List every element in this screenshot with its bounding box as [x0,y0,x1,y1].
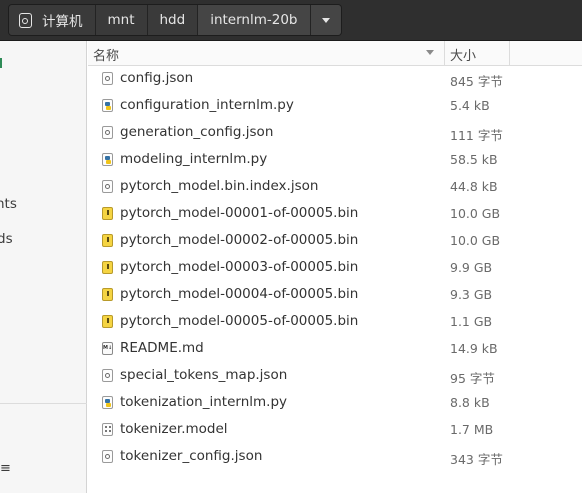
text-file-icon [102,369,113,382]
file-name: configuration_internlm.py [120,97,294,113]
file-row[interactable]: pytorch_model-00002-of-00005.bin 10.0 GB [88,227,582,254]
file-size: 1.7 MB [450,422,494,437]
file-row[interactable]: config.json 845 字节 [88,65,582,92]
breadcrumb-mnt[interactable]: mnt [95,5,148,35]
file-size: 9.9 GB [450,260,493,275]
python-file-icon [102,153,113,166]
column-header-size[interactable]: 大小 [450,45,476,64]
file-row[interactable]: pytorch_model-00001-of-00005.bin 10.0 GB [88,200,582,227]
breadcrumb-label: mnt [107,12,135,28]
sidebar-item-documents[interactable]: nts [0,196,83,212]
file-size: 10.0 GB [450,233,501,248]
file-row[interactable]: tokenization_internlm.py 8.8 kB [88,389,582,416]
file-name: pytorch_model-00002-of-00005.bin [120,232,359,248]
file-size: 845 字节 [450,74,503,89]
sidebar-item-other-locations[interactable]: ≡ [0,461,11,476]
breadcrumb-hdd[interactable]: hdd [147,5,199,35]
header-bar: 计算机 mnt hdd internlm-20b [0,0,582,41]
file-name: pytorch_model-00003-of-00005.bin [120,259,359,275]
model-file-icon [102,423,113,436]
file-name: tokenizer_config.json [120,448,263,464]
file-name: generation_config.json [120,124,274,140]
file-name: special_tokens_map.json [120,367,288,383]
file-size: 10.0 GB [450,206,501,221]
file-name: pytorch_model-00005-of-00005.bin [120,313,359,329]
file-size: 343 字节 [450,452,503,467]
file-size: 95 字节 [450,371,495,386]
text-file-icon [102,72,113,85]
column-header-name[interactable]: 名称 [93,45,119,64]
breadcrumb-label: 计算机 [42,14,83,30]
python-file-icon [102,99,113,112]
file-size: 14.9 kB [450,341,498,356]
column-divider[interactable] [509,41,510,65]
chevron-down-icon [321,17,330,23]
file-size: 58.5 kB [450,152,498,167]
file-name: tokenization_internlm.py [120,394,287,410]
breadcrumb-computer[interactable]: 计算机 [9,5,96,35]
file-name: pytorch_model-00004-of-00005.bin [120,286,359,302]
text-file-icon [102,180,113,193]
file-row[interactable]: pytorch_model-00003-of-00005.bin 9.9 GB [88,254,582,281]
file-list: config.json 845 字节 configuration_internlm.… [88,65,582,470]
file-name: config.json [120,70,194,86]
text-file-icon [102,450,113,463]
file-row[interactable]: M↓ README.md 14.9 kB [88,335,582,362]
breadcrumb-internlm-20b[interactable]: internlm-20b [198,5,311,35]
file-size: 8.8 kB [450,395,490,410]
text-file-icon [102,126,113,139]
file-size: 111 字节 [450,128,503,143]
file-name: pytorch_model.bin.index.json [120,178,319,194]
binary-file-icon [102,315,113,328]
file-name: modeling_internlm.py [120,151,268,167]
file-name: README.md [120,340,204,356]
column-header: 名称 大小 [88,41,582,66]
breadcrumb: 计算机 mnt hdd internlm-20b [8,4,342,36]
file-row[interactable]: pytorch_model-00004-of-00005.bin 9.3 GB [88,281,582,308]
breadcrumb-label: internlm-20b [210,12,298,28]
binary-file-icon [102,207,113,220]
file-size: 9.3 GB [450,287,493,302]
sidebar-item-label: nts [0,196,17,212]
sort-descending-icon[interactable] [426,50,434,55]
file-row[interactable]: special_tokens_map.json 95 字节 [88,362,582,389]
file-row[interactable]: tokenizer_config.json 343 字节 [88,443,582,470]
sidebar-item-downloads[interactable]: ds [0,231,84,247]
file-row[interactable]: modeling_internlm.py 58.5 kB [88,146,582,173]
sidebar-active-indicator [0,58,2,68]
python-file-icon [102,396,113,409]
column-divider[interactable] [444,41,445,65]
sidebar-divider [0,403,87,404]
markdown-file-icon: M↓ [102,342,113,355]
sidebar-item-label: ds [0,231,13,247]
sidebar: nts ds ≡ [0,41,87,493]
file-row[interactable]: configuration_internlm.py 5.4 kB [88,92,582,119]
file-row[interactable]: tokenizer.model 1.7 MB [88,416,582,443]
binary-file-icon [102,261,113,274]
binary-file-icon [102,288,113,301]
breadcrumb-dropdown-button[interactable] [310,5,341,35]
binary-file-icon [102,234,113,247]
drive-icon [19,12,32,28]
file-name: pytorch_model-00001-of-00005.bin [120,205,359,221]
breadcrumb-label: hdd [159,12,186,28]
file-row[interactable]: pytorch_model-00005-of-00005.bin 1.1 GB [88,308,582,335]
file-row[interactable]: generation_config.json 111 字节 [88,119,582,146]
file-size: 44.8 kB [450,179,498,194]
file-size: 1.1 GB [450,314,493,329]
file-name: tokenizer.model [120,421,228,437]
file-size: 5.4 kB [450,98,490,113]
file-row[interactable]: pytorch_model.bin.index.json 44.8 kB [88,173,582,200]
